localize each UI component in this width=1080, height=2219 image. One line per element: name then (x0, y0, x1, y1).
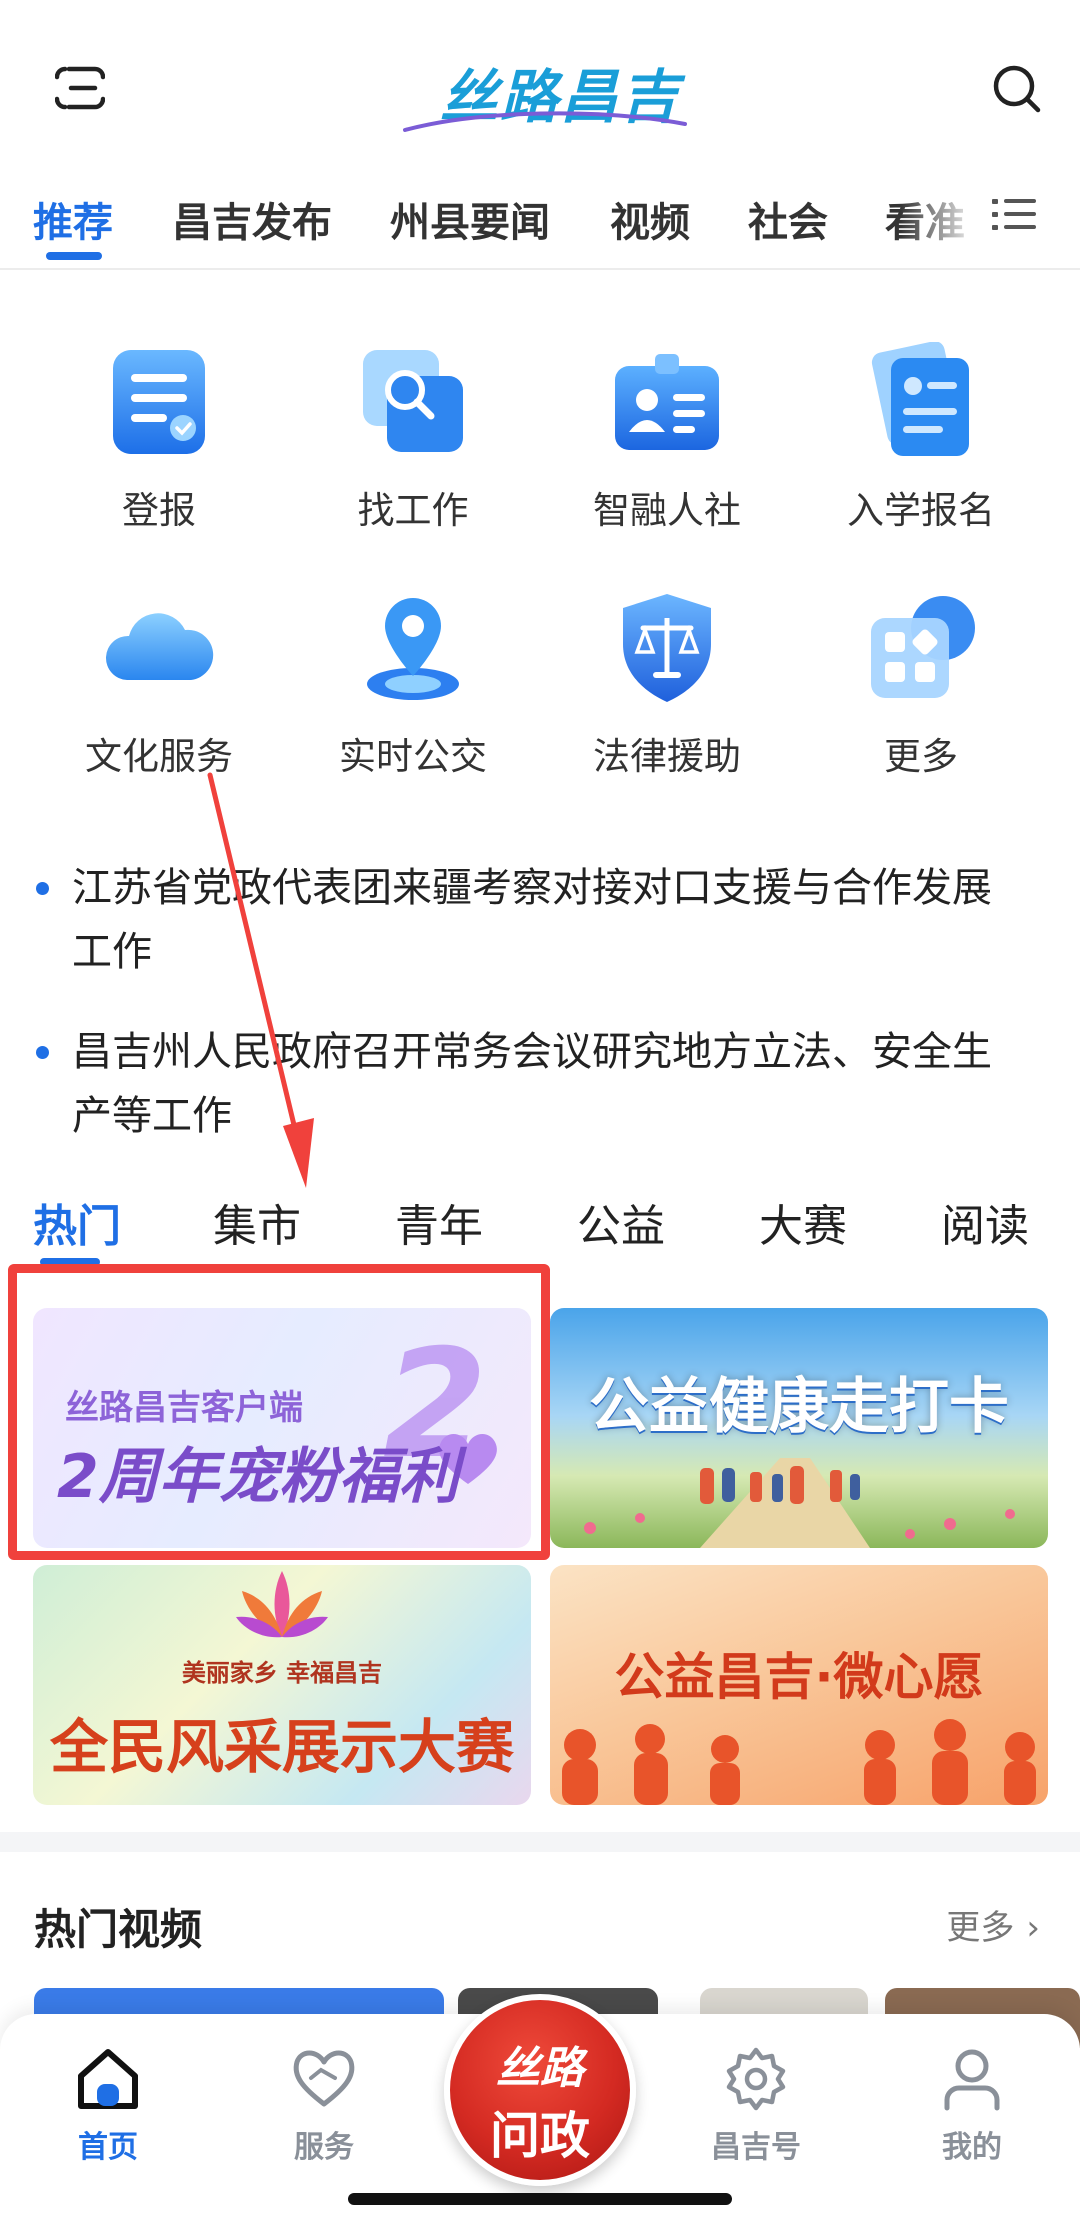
news-item[interactable]: 昌吉州人民政府召开常务会议研究地方立法、安全生 产等工作 (36, 1020, 1046, 1148)
tabs-fade (900, 180, 980, 260)
service-realtime-bus[interactable]: 实时公交 (286, 588, 540, 780)
runners-illustration (584, 1458, 1015, 1548)
tab-changji-release[interactable]: 昌吉发布 (172, 190, 332, 248)
nav-service[interactable]: 服务 (254, 2044, 394, 2166)
tab-reading[interactable]: 阅读 (941, 1190, 1029, 1254)
crowd-illustration (562, 1719, 1036, 1805)
lotus-icon (236, 1571, 328, 1638)
service-enrollment[interactable]: 入学报名 (794, 342, 1048, 534)
service-find-job[interactable]: 找工作 (286, 342, 540, 534)
nav-changji-hao[interactable]: 昌吉号 (686, 2044, 826, 2166)
home-indicator (348, 2193, 732, 2205)
service-more[interactable]: 更多 (794, 588, 1048, 780)
job-search-icon (363, 350, 463, 452)
bullet-dot (36, 882, 49, 895)
service-culture[interactable]: 文化服务 (32, 588, 286, 780)
service-zhirong-renshe[interactable]: 智融人社 (540, 342, 794, 534)
hot-videos-title: 热门视频 (34, 1905, 203, 1954)
channel-list-icon[interactable] (990, 190, 1040, 240)
logo-swoosh-icon (403, 111, 687, 132)
hot-videos-more-link[interactable]: 更多 › (934, 1900, 1040, 1949)
channel-tabs: 推荐 昌吉发布 州县要闻 视频 社会 看准 (0, 180, 1080, 270)
tab-market[interactable]: 集市 (213, 1190, 301, 1254)
app-logo: 丝路昌吉 (400, 38, 690, 138)
nav-home[interactable]: 首页 (38, 2044, 178, 2166)
newspaper-icon (113, 350, 205, 454)
tab-contest[interactable]: 大赛 (759, 1190, 847, 1254)
banner-showcase-contest[interactable]: 美丽家乡 幸福昌吉 全民风采展示大赛 (33, 1565, 531, 1805)
bullet-dot (36, 1046, 49, 1059)
id-card-icon (615, 354, 719, 450)
tab-society[interactable]: 社会 (748, 190, 828, 248)
bottom-navigation: 首页 服务 丝路 问政 昌吉号 我的 (0, 1994, 1080, 2219)
news-item[interactable]: 江苏省党政代表团来疆考察对接对口支援与合作发展 工作 (36, 856, 1046, 984)
heart-service-icon (293, 2050, 355, 2107)
nav-mine[interactable]: 我的 (902, 2044, 1042, 2166)
tab-hot[interactable]: 热门 (33, 1190, 121, 1254)
tab-charity[interactable]: 公益 (577, 1190, 665, 1254)
tab-youth[interactable]: 青年 (395, 1190, 483, 1254)
more-label: 更多 (946, 1908, 1015, 1948)
menu-icon[interactable] (55, 65, 105, 111)
home-icon (78, 2049, 138, 2109)
user-icon (944, 2049, 1000, 2111)
top-bar: 丝路昌吉 (0, 0, 1080, 180)
banner-micro-wish[interactable]: 公益昌吉·微心愿 (550, 1565, 1048, 1805)
enrollment-icon (871, 342, 969, 456)
service-dengbao[interactable]: 登报 (32, 342, 286, 534)
wenzheng-button[interactable]: 丝路 问政 (444, 1994, 636, 2186)
banner-charity-walk[interactable]: 公益健康走打卡 (550, 1308, 1048, 1548)
service-legal-aid[interactable]: 法律援助 (540, 588, 794, 780)
cloud-icon (105, 613, 214, 680)
more-grid-icon (871, 596, 975, 698)
tab-video[interactable]: 视频 (610, 190, 690, 248)
gear-icon (726, 2047, 786, 2111)
search-icon[interactable] (992, 64, 1042, 114)
chevron-right-icon: › (1026, 1908, 1040, 1948)
highlight-box (8, 1264, 550, 1560)
tab-county-news[interactable]: 州县要闻 (390, 190, 550, 248)
section-divider (0, 1832, 1080, 1852)
tab-recommend[interactable]: 推荐 (33, 190, 113, 248)
scales-shield-icon (623, 594, 711, 702)
active-tab-indicator (46, 252, 102, 260)
location-pin-icon (367, 598, 459, 700)
